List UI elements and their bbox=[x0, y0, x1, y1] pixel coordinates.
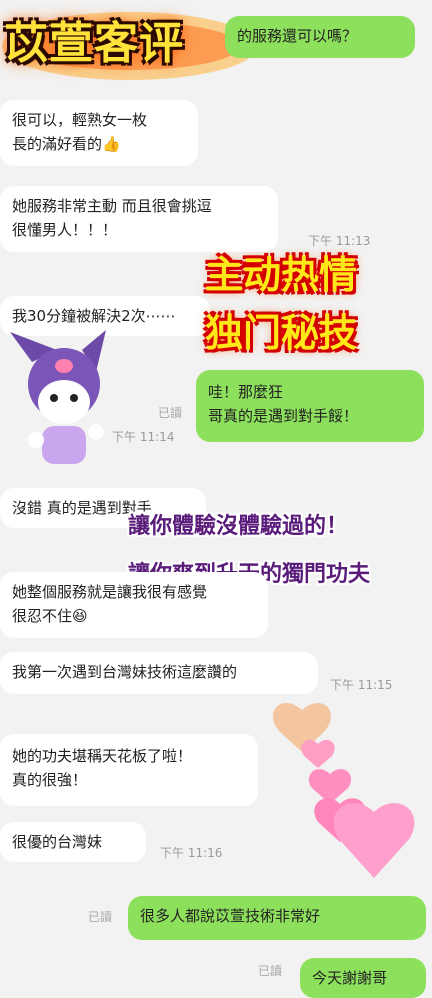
chat-message: 她整個服務就是讓我很有感覺 很忍不住😆 bbox=[0, 572, 268, 638]
timestamp: 下午 11:16 bbox=[160, 846, 223, 860]
timestamp: 下午 11:13 bbox=[308, 234, 371, 248]
timestamp: 下午 11:15 bbox=[330, 678, 393, 692]
chat-message: 很多人都說苡萱技術非常好 bbox=[128, 896, 426, 940]
read-receipt: 已讀 bbox=[258, 964, 283, 978]
chat-message: 今天謝謝哥 bbox=[300, 958, 426, 998]
read-receipt: 已讀 bbox=[158, 406, 183, 420]
chat-message: 我第一次遇到台灣妹技術這麼讚的 bbox=[0, 652, 318, 694]
promo-line: 主动热情 bbox=[205, 253, 358, 297]
page-title: 苡萱客评 bbox=[4, 18, 184, 69]
chat-message: 的服務還可以嗎？ bbox=[225, 16, 415, 58]
promo-line: 独门秘技 bbox=[205, 311, 358, 355]
read-receipt: 已讀 bbox=[88, 910, 113, 924]
title-banner: 苡萱客评 bbox=[0, 8, 260, 80]
chat-message: 她的功夫堪稱天花板了啦！ 真的很強！ bbox=[0, 734, 258, 806]
overlay-caption: 讓你體驗沒體驗過的！ bbox=[128, 514, 349, 539]
chat-message: 她服務非常主動 而且很會挑逗 很懂男人！！！ bbox=[0, 186, 278, 252]
chat-message: 很優的台灣妹 bbox=[0, 822, 146, 862]
mascot-sticker bbox=[10, 330, 106, 464]
timestamp: 下午 11:14 bbox=[112, 430, 175, 444]
chat-message: 很可以，輕熟女一枚 長的滿好看的👍 bbox=[0, 100, 198, 166]
hearts-sticker bbox=[272, 702, 415, 878]
chat-message: 哇！那麼狂 哥真的是遇到對手餒！ bbox=[196, 370, 424, 442]
